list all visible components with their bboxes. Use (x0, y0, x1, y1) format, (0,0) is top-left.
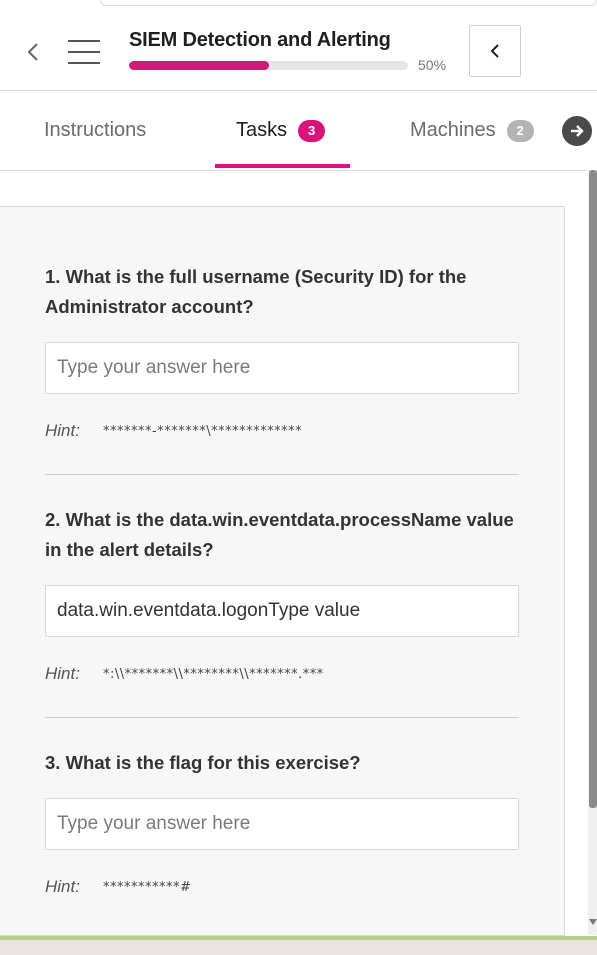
question-separator (45, 474, 519, 475)
hint-value: *******-*******\************* (103, 423, 303, 439)
tabs-divider (0, 170, 597, 171)
room-header: SIEM Detection and Alerting 50% (0, 6, 597, 90)
answer-input-3[interactable] (45, 798, 519, 850)
question-1-text: 1. What is the full username (Security I… (45, 266, 467, 317)
scroll-down-arrow[interactable] (588, 915, 597, 929)
tasks-count-badge: 3 (298, 119, 326, 142)
room-title: SIEM Detection and Alerting (129, 29, 391, 51)
question-separator (45, 717, 519, 718)
hamburger-menu-icon[interactable] (68, 40, 100, 66)
tab-label: Machines (410, 119, 496, 141)
chevron-left-icon (490, 44, 499, 58)
answer-input-1[interactable] (45, 342, 519, 394)
hint-label: Hint: (45, 877, 80, 896)
question-3-text: 3. What is the flag for this exercise? (45, 752, 361, 773)
progress-percent: 50% (418, 57, 447, 73)
hint-label: Hint: (45, 664, 80, 683)
tab-instructions[interactable]: Instructions (44, 91, 146, 170)
tab-label: Instructions (44, 119, 147, 141)
hint-value: ***********# (103, 879, 192, 895)
hint-row-2: Hint: *:\\*******\\********\\*******.*** (45, 664, 324, 684)
hint-row-3: Hint: ***********# (45, 877, 191, 897)
hint-label: Hint: (45, 421, 80, 440)
machines-count-badge: 2 (506, 119, 534, 142)
progress-bar (129, 61, 408, 70)
triangle-down-icon (588, 919, 597, 925)
scrollbar-thumb[interactable] (589, 170, 597, 808)
hint-row-1: Hint: *******-*******\************* (45, 421, 302, 441)
tab-bar: Instructions Tasks 3 Machines 2 (0, 91, 597, 170)
tab-machines[interactable]: Machines 2 (410, 91, 534, 170)
tab-label: Tasks (236, 119, 288, 141)
tab-tasks[interactable]: Tasks 3 (236, 91, 326, 170)
progress-bar-fill (129, 61, 269, 70)
active-tab-indicator (215, 164, 350, 168)
hint-value: *:\\*******\\********\\*******.*** (103, 666, 324, 682)
answer-input-2[interactable] (45, 585, 519, 637)
collapse-panel-button[interactable] (469, 25, 521, 77)
next-tab-button[interactable] (562, 116, 592, 146)
back-button[interactable] (24, 41, 42, 63)
chevron-left-icon (27, 43, 38, 61)
bottom-strip (0, 940, 597, 955)
question-2-text: 2. What is the data.win.eventdata.proces… (45, 509, 514, 560)
arrow-right-icon (571, 125, 584, 137)
